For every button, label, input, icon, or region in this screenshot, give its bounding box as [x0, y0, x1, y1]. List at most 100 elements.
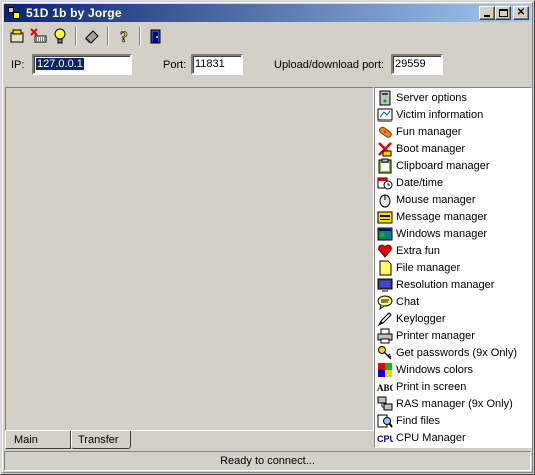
menu-item[interactable]: Windows colors — [375, 361, 531, 378]
menu-item-label: Keylogger — [396, 312, 446, 325]
menu-item[interactable]: Printer manager — [375, 327, 531, 344]
toolbar-separator — [139, 27, 141, 45]
menu-item-label: Server options — [396, 91, 467, 104]
menu-item[interactable]: Date/time — [375, 174, 531, 191]
exit-icon — [150, 29, 161, 44]
workspace-panel — [5, 87, 374, 431]
menu-item[interactable]: Keylogger — [375, 310, 531, 327]
menu-item-label: CPU Manager — [396, 431, 466, 444]
menu-item[interactable]: CPUCPU Manager — [375, 429, 531, 446]
disconnect-icon — [30, 28, 47, 43]
main-window: 51D 1b by Jorge ✕ ? IP: 127.0.0.1 Port: … — [0, 0, 535, 475]
menu-item[interactable]: Mouse manager — [375, 191, 531, 208]
port-label: Port: — [163, 59, 187, 71]
menu-item[interactable]: Windows manager — [375, 225, 531, 242]
menu-item-label: Boot manager — [396, 142, 466, 155]
menu-item-label: Windows colors — [396, 363, 474, 376]
info-icon — [377, 107, 393, 123]
menu-item-label: Get passwords (9x Only) — [396, 346, 518, 359]
colors-icon — [377, 362, 393, 378]
status-text: Ready to connect... — [220, 455, 315, 467]
connection-row: IP: 127.0.0.1 Port: 11831 Upload/downloa… — [1, 53, 535, 77]
chat-icon — [377, 294, 393, 310]
toolbar-separator — [107, 27, 109, 45]
toolbar-separator — [75, 27, 77, 45]
menu-item-label: Printer manager — [396, 329, 475, 342]
menu-item-label: File manager — [396, 261, 461, 274]
menu-item-label: Victim information — [396, 108, 484, 121]
server-icon — [377, 90, 393, 106]
new-server-button[interactable] — [5, 25, 27, 47]
network-icon — [377, 396, 393, 412]
bandage-icon — [377, 124, 393, 140]
close-icon: ✕ — [516, 7, 526, 18]
menu-item[interactable]: Resolution manager — [375, 276, 531, 293]
help-button[interactable]: ? — [113, 25, 135, 47]
transfer-port-label: Upload/download port: — [274, 59, 385, 71]
tab-main[interactable]: Main — [5, 431, 71, 449]
ip-field[interactable]: 127.0.0.1 — [32, 54, 132, 75]
menu-item-label: RAS manager (9x Only) — [396, 397, 513, 410]
menu-item-label: Message manager — [396, 210, 488, 223]
calendar-icon — [377, 175, 393, 191]
port-field[interactable]: 11831 — [191, 54, 243, 75]
eraser-icon — [85, 30, 99, 44]
tab-strip: Main Transfer — [5, 431, 131, 449]
exit-button[interactable] — [145, 25, 167, 47]
svg-text:ABC: ABC — [377, 383, 393, 393]
window-title: 51D 1b by Jorge — [26, 6, 122, 20]
menu-item[interactable]: ABCPrint in screen — [375, 378, 531, 395]
menu-item-label: Chat — [396, 295, 420, 308]
close-button[interactable]: ✕ — [513, 6, 529, 20]
find-icon — [377, 413, 393, 429]
svg-text:CPU: CPU — [377, 434, 393, 444]
app-icon — [7, 6, 21, 20]
menu-item-label: Windows manager — [396, 227, 488, 240]
clear-button[interactable] — [81, 25, 103, 47]
toolbar: ? — [5, 25, 167, 47]
menu-item[interactable]: Chat — [375, 293, 531, 310]
pencil-icon — [377, 311, 393, 327]
status-bar: Ready to connect... — [4, 451, 531, 471]
menu-item[interactable]: RAS manager (9x Only) — [375, 395, 531, 412]
menu-item[interactable]: Get passwords (9x Only) — [375, 344, 531, 361]
transfer-port-field[interactable]: 29559 — [391, 54, 443, 75]
menu-item[interactable]: Find files — [375, 412, 531, 429]
menu-item-label: Mouse manager — [396, 193, 476, 206]
lightbulb-icon — [54, 28, 66, 44]
menu-item-label: Fun manager — [396, 125, 462, 138]
svg-text:?: ? — [120, 29, 128, 45]
menu-item-label: Date/time — [396, 176, 444, 189]
printer-icon — [377, 328, 393, 344]
disconnect-button[interactable] — [27, 25, 49, 47]
x-icon — [377, 141, 393, 157]
menu-item[interactable]: Server options — [375, 89, 531, 106]
menu-item[interactable]: Message manager — [375, 208, 531, 225]
minimize-button[interactable] — [479, 6, 495, 20]
menu-item[interactable]: Extra fun — [375, 242, 531, 259]
cpu-icon: CPU — [377, 430, 393, 446]
monitor-icon — [377, 277, 393, 293]
help-icon: ? — [120, 29, 129, 45]
menu-item[interactable]: Boot manager — [375, 140, 531, 157]
menu-item[interactable]: Fun manager — [375, 123, 531, 140]
menu-item[interactable]: File manager — [375, 259, 531, 276]
abc-icon: ABC — [377, 379, 393, 395]
tips-button[interactable] — [49, 25, 71, 47]
clipboard-icon — [377, 158, 393, 174]
minimize-icon — [484, 15, 490, 17]
title-bar[interactable]: 51D 1b by Jorge ✕ — [4, 4, 531, 22]
menu-item-label: Clipboard manager — [396, 159, 490, 172]
menu-item-label: Extra fun — [396, 244, 441, 257]
key-icon — [377, 345, 393, 361]
maximize-button[interactable] — [495, 6, 511, 20]
message-icon — [377, 209, 393, 225]
menu-item-label: Resolution manager — [396, 278, 495, 291]
ip-label: IP: — [11, 59, 25, 71]
menu-item[interactable]: Clipboard manager — [375, 157, 531, 174]
file-icon — [377, 260, 393, 276]
heart-icon — [377, 243, 393, 259]
menu-item[interactable]: Victim information — [375, 106, 531, 123]
tab-transfer[interactable]: Transfer — [71, 431, 131, 449]
windows-icon — [377, 226, 393, 242]
